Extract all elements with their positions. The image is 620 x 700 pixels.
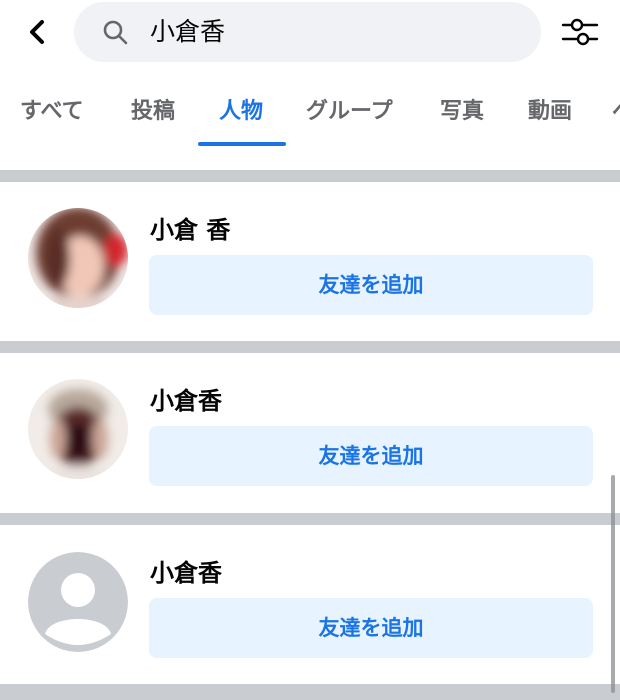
avatar[interactable] bbox=[28, 379, 128, 479]
chevron-left-icon bbox=[30, 20, 44, 44]
result-name[interactable]: 小倉 香 bbox=[150, 210, 230, 245]
search-icon bbox=[103, 20, 128, 45]
top-bar: 小倉香 bbox=[0, 0, 620, 64]
tab-all[interactable]: すべて bbox=[20, 82, 84, 144]
add-friend-button[interactable]: 友達を追加 bbox=[149, 426, 593, 486]
active-tab-indicator bbox=[198, 142, 286, 146]
result-card[interactable]: 小倉 香 友達を追加 bbox=[0, 182, 620, 341]
section-divider bbox=[0, 170, 620, 182]
sliders-icon bbox=[561, 18, 599, 46]
avatar[interactable] bbox=[28, 208, 128, 308]
section-divider bbox=[0, 684, 620, 700]
result-card[interactable]: 小倉香 友達を追加 bbox=[0, 525, 620, 684]
profile-photo bbox=[28, 208, 128, 308]
tab-photos[interactable]: 写真 bbox=[440, 82, 484, 144]
result-card[interactable]: 小倉香 友達を追加 bbox=[0, 353, 620, 513]
filter-button[interactable] bbox=[560, 14, 600, 50]
scrollbar[interactable] bbox=[611, 475, 615, 693]
search-tabs: すべて 投稿 人物 グループ 写真 動画 ペ bbox=[0, 82, 620, 148]
add-friend-button[interactable]: 友達を追加 bbox=[149, 598, 593, 658]
add-friend-button[interactable]: 友達を追加 bbox=[149, 255, 593, 315]
result-name[interactable]: 小倉香 bbox=[150, 553, 222, 588]
tab-groups[interactable]: グループ bbox=[306, 82, 393, 144]
tab-people[interactable]: 人物 bbox=[219, 82, 263, 144]
tab-videos[interactable]: 動画 bbox=[528, 82, 572, 144]
result-name[interactable]: 小倉香 bbox=[150, 381, 222, 416]
avatar[interactable] bbox=[28, 552, 128, 652]
tab-posts[interactable]: 投稿 bbox=[131, 82, 175, 144]
search-input[interactable]: 小倉香 bbox=[74, 2, 541, 62]
section-divider bbox=[0, 341, 620, 353]
profile-photo bbox=[28, 379, 128, 479]
section-divider bbox=[0, 513, 620, 525]
search-query[interactable]: 小倉香 bbox=[150, 16, 225, 48]
default-avatar-icon bbox=[28, 552, 128, 652]
tab-pages[interactable]: ペ bbox=[612, 82, 620, 144]
back-button[interactable] bbox=[22, 14, 56, 50]
